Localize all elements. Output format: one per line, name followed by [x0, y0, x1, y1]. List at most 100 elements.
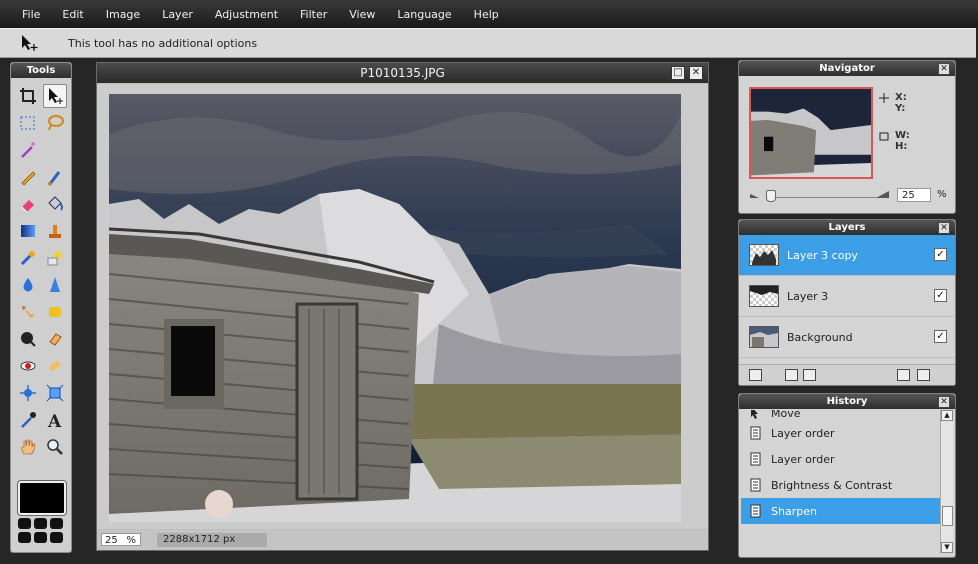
layer-item[interactable]: Layer 3 ✓ — [739, 276, 955, 317]
crop-icon[interactable] — [16, 84, 40, 108]
history-label: Sharpen — [771, 504, 817, 518]
shapes-icon[interactable] — [43, 246, 67, 270]
paint-bucket-icon[interactable] — [43, 192, 67, 216]
menu-filter[interactable]: Filter — [289, 8, 338, 21]
image-zoom-field[interactable]: 25 % — [101, 533, 141, 546]
image-window-titlebar[interactable]: P1010135.JPG □ ✕ — [97, 63, 708, 83]
close-icon[interactable]: ✕ — [938, 396, 950, 408]
layer-style-icon[interactable] — [803, 369, 816, 381]
hand-icon[interactable] — [16, 435, 40, 459]
spot-heal-icon[interactable] — [43, 354, 67, 378]
layer-mask-icon[interactable] — [785, 369, 798, 381]
foreground-color-swatch[interactable] — [17, 480, 67, 516]
zoom-slider-thumb[interactable] — [766, 190, 776, 202]
color-preset[interactable] — [50, 518, 63, 529]
delete-layer-icon[interactable] — [917, 369, 930, 381]
color-preset[interactable] — [18, 532, 31, 543]
layer-item[interactable]: Background ✓ — [739, 317, 955, 358]
layer-thumbnail — [749, 244, 779, 266]
menu-adjustment[interactable]: Adjustment — [204, 8, 289, 21]
magic-wand-icon[interactable] — [16, 138, 40, 162]
layer-name: Layer 3 — [787, 289, 829, 303]
history-scrollbar[interactable]: ▲ ▼ — [940, 410, 953, 553]
pencil-icon[interactable] — [16, 165, 40, 189]
canvas-area[interactable] — [97, 84, 708, 529]
smudge-icon[interactable] — [16, 300, 40, 324]
zoom-out-icon[interactable] — [749, 189, 763, 204]
layer-name: Background — [787, 330, 853, 344]
history-item[interactable]: Move — [741, 410, 941, 420]
layers-header: Layers ✕ — [739, 220, 955, 235]
eyedropper-icon[interactable] — [16, 408, 40, 432]
layer-visibility-checkbox[interactable]: ✓ — [934, 289, 947, 302]
close-icon[interactable]: ✕ — [938, 222, 950, 234]
move-icon[interactable] — [43, 84, 67, 108]
gradient-icon[interactable] — [16, 219, 40, 243]
history-item[interactable]: Layer order — [741, 446, 941, 472]
burn-icon[interactable] — [16, 327, 40, 351]
navigator-zoom: 25 % — [749, 186, 949, 204]
scroll-thumb[interactable] — [942, 506, 953, 526]
brush-icon[interactable] — [43, 165, 67, 189]
history-icon — [749, 426, 763, 440]
layer-visibility-checkbox[interactable]: ✓ — [934, 330, 947, 343]
menu-language[interactable]: Language — [386, 8, 462, 21]
zoom-in-icon[interactable] — [875, 189, 891, 204]
new-layer-icon[interactable] — [897, 369, 910, 381]
history-label: Layer order — [771, 452, 835, 466]
menu-help[interactable]: Help — [463, 8, 510, 21]
menu-view[interactable]: View — [338, 8, 386, 21]
image-zoom-value: 25 — [105, 535, 118, 546]
color-preset[interactable] — [50, 532, 63, 543]
sponge-icon[interactable] — [43, 300, 67, 324]
menu-bar: File Edit Image Layer Adjustment Filter … — [0, 0, 978, 28]
color-preset[interactable] — [18, 518, 31, 529]
history-label: Layer order — [771, 426, 835, 440]
layer-visibility-checkbox[interactable]: ✓ — [934, 248, 947, 261]
pinch-icon[interactable] — [43, 381, 67, 405]
color-replace-icon[interactable] — [16, 246, 40, 270]
navigator-header: Navigator ✕ — [739, 61, 955, 76]
zoom-icon[interactable] — [43, 435, 67, 459]
image-canvas[interactable] — [109, 94, 681, 522]
marquee-icon[interactable] — [16, 111, 40, 135]
dodge-icon[interactable] — [43, 327, 67, 351]
layer-item[interactable]: Layer 3 copy ✓ — [739, 235, 955, 276]
lasso-icon[interactable] — [43, 111, 67, 135]
blur-icon[interactable] — [16, 273, 40, 297]
history-item[interactable]: Brightness & Contrast — [741, 472, 941, 498]
layer-settings-icon[interactable] — [749, 369, 762, 381]
image-window: P1010135.JPG □ ✕ 25 % 2288x1712 px — [96, 62, 709, 551]
close-icon[interactable]: ✕ — [689, 66, 703, 80]
menu-file[interactable]: File — [0, 8, 51, 21]
history-label: Brightness & Contrast — [771, 478, 893, 492]
red-eye-icon[interactable] — [16, 354, 40, 378]
eraser-icon[interactable] — [16, 192, 40, 216]
image-statusbar: 25 % 2288x1712 px — [97, 530, 708, 550]
history-list: Move Layer order Layer order Brightness … — [741, 410, 941, 553]
color-preset[interactable] — [34, 532, 47, 543]
type-icon[interactable]: A — [43, 408, 67, 432]
move-tool-icon — [20, 34, 50, 52]
image-zoom-unit: % — [126, 535, 136, 546]
history-item[interactable]: Sharpen — [741, 498, 941, 524]
menu-image[interactable]: Image — [95, 8, 151, 21]
menu-layer[interactable]: Layer — [151, 8, 204, 21]
navigator-thumbnail[interactable] — [749, 87, 873, 179]
scroll-down-icon[interactable]: ▼ — [941, 542, 953, 553]
menu-edit[interactable]: Edit — [51, 8, 94, 21]
maximize-icon[interactable]: □ — [671, 66, 685, 80]
color-preset[interactable] — [34, 518, 47, 529]
sharpen-icon[interactable] — [43, 273, 67, 297]
clone-stamp-icon[interactable] — [43, 219, 67, 243]
layer-name: Layer 3 copy — [787, 248, 858, 262]
x-label: X: — [895, 92, 907, 103]
history-item[interactable]: Layer order — [741, 420, 941, 446]
close-icon[interactable]: ✕ — [938, 63, 950, 75]
layers-panel: Layers ✕ Layer 3 copy ✓ Layer 3 ✓ Backgr… — [738, 219, 956, 386]
zoom-slider-track[interactable] — [773, 197, 877, 198]
bloat-icon[interactable] — [16, 381, 40, 405]
navigator-zoom-input[interactable]: 25 — [897, 188, 931, 202]
scroll-up-icon[interactable]: ▲ — [941, 410, 953, 421]
navigator-panel: Navigator ✕ X: Y: W: H: 25 % — [738, 60, 956, 214]
